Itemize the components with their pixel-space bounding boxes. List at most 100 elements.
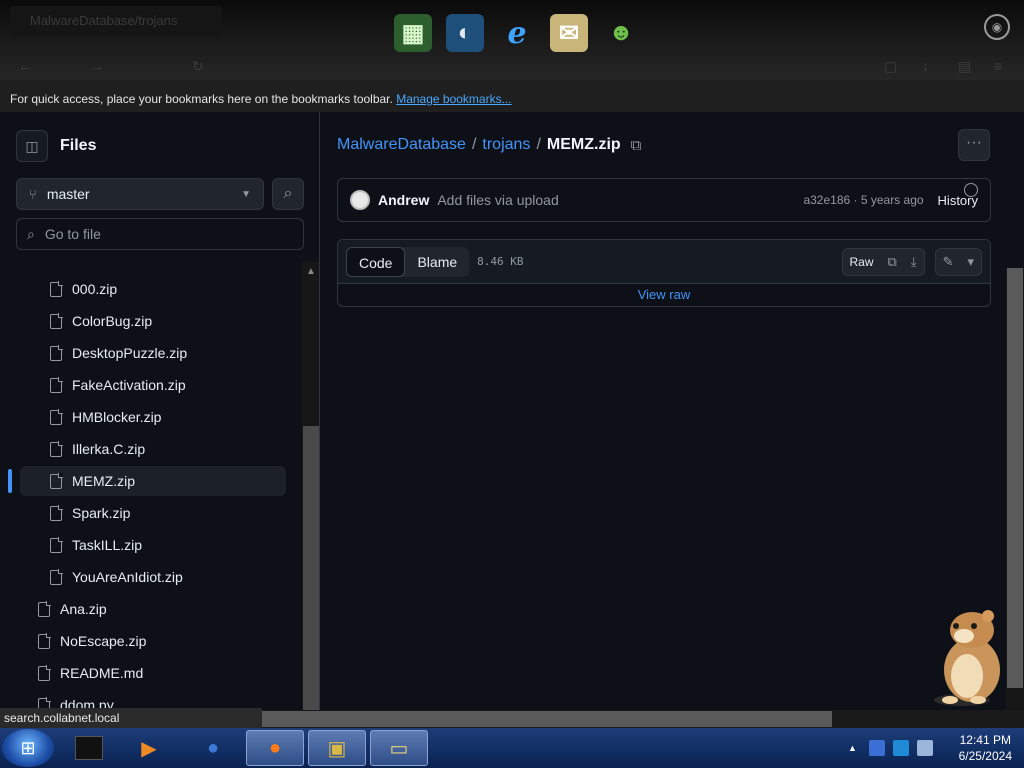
copy-icon[interactable]: ⧉ xyxy=(881,254,904,270)
quick-launch-bar: ▦ ◐ e ✉ ☻ xyxy=(394,14,640,52)
hamster-desktop-pet[interactable] xyxy=(922,604,1018,708)
firefox-icon: ● xyxy=(268,736,282,759)
tree-item[interactable]: MEMZ.zip xyxy=(20,466,286,496)
search-files-button[interactable]: ⌕ xyxy=(272,178,304,210)
clock-time: 12:41 PM xyxy=(959,733,1011,747)
file-icon xyxy=(38,633,51,649)
bookmarks-hint: For quick access, place your bookmarks h… xyxy=(10,92,393,106)
chevron-down-icon: ▼ xyxy=(241,188,251,200)
history-button[interactable]: History xyxy=(938,183,978,208)
breadcrumb-current-file: MEMZ.zip xyxy=(546,136,621,153)
tree-item[interactable]: README.md xyxy=(34,658,274,688)
chevron-down-icon[interactable]: ▾ xyxy=(960,254,981,270)
account-icon[interactable]: ◉ xyxy=(984,14,1010,40)
commit-message[interactable]: Add files via upload xyxy=(437,192,558,208)
view-mode-toggle: Code Blame xyxy=(346,246,470,277)
volume-icon[interactable] xyxy=(916,740,933,756)
file-tree-sidebar: ◫ Files ⑂ master ▼ ⌕ ⌕ Go to file 000.zi… xyxy=(0,112,320,712)
branch-selector[interactable]: ⑂ master ▼ xyxy=(16,178,264,210)
view-raw-link[interactable]: View raw xyxy=(338,284,990,306)
file-icon xyxy=(50,441,63,457)
branch-name: master xyxy=(46,186,90,202)
globe-icon: ● xyxy=(206,736,220,759)
file-tree: 000.zip ColorBug.zip DesktopPuzzle.zip Fake… xyxy=(0,262,300,712)
breadcrumb-folder-link[interactable]: trojans xyxy=(482,136,530,154)
taskbar-item-globe[interactable]: ● xyxy=(184,730,242,766)
tree-item-label: MEMZ.zip xyxy=(72,473,135,489)
taskbar-item-firefox[interactable]: ● xyxy=(246,730,304,766)
breadcrumb-repo-link[interactable]: MalwareDatabase xyxy=(337,136,466,154)
tree-item[interactable]: Illerka.C.zip xyxy=(46,434,286,464)
tree-item[interactable]: Spark.zip xyxy=(46,498,286,528)
status-url: search.collabnet.local xyxy=(0,708,262,728)
commit-author[interactable]: Andrew xyxy=(378,192,429,208)
sidebar-header: ◫ Files xyxy=(16,130,96,162)
tree-scrollbar[interactable]: ▲ xyxy=(302,262,319,712)
media-icon[interactable]: ◐ xyxy=(446,14,484,52)
show-hidden-icons[interactable]: ▲ xyxy=(848,743,857,753)
raw-actions-group: Raw ⧉ ⤓ xyxy=(841,247,925,276)
spreadsheet-icon[interactable]: ▦ xyxy=(394,14,432,52)
taskbar-item-explorer[interactable]: ▭ xyxy=(370,730,428,766)
tree-item[interactable]: YouAreAnIdiot.zip xyxy=(46,562,286,592)
avatar[interactable] xyxy=(350,190,370,210)
horizontal-scrollbar[interactable] xyxy=(262,710,1024,728)
display-icon[interactable] xyxy=(892,740,909,756)
taskbar-clock[interactable]: 12:41 PM 6/25/2024 xyxy=(959,732,1012,764)
edit-pencil-icon[interactable]: ✎ xyxy=(936,254,961,270)
raw-button[interactable]: Raw xyxy=(843,255,881,269)
tree-item[interactable]: ColorBug.zip xyxy=(46,306,286,336)
menu-icon[interactable]: ≡ xyxy=(994,58,1002,74)
file-icon xyxy=(50,409,63,425)
tab-code[interactable]: Code xyxy=(346,246,406,277)
mail-icon[interactable]: ✉ xyxy=(550,14,588,52)
reload-icon[interactable]: ↻ xyxy=(192,58,204,75)
taskbar-item-terminal[interactable] xyxy=(60,730,118,766)
browser-top-bar: MalwareDatabase/trojans ▦ ◐ e ✉ ☻ ◉ ← → … xyxy=(0,0,1024,80)
scroll-up-icon[interactable]: ▲ xyxy=(306,266,316,277)
pocket-icon[interactable]: ▢ xyxy=(884,58,897,75)
back-icon[interactable]: ← xyxy=(18,58,32,74)
history-icon xyxy=(964,183,978,197)
browser-tab[interactable]: MalwareDatabase/trojans xyxy=(10,6,222,36)
windows-logo-icon: ⊞ xyxy=(20,737,36,758)
copy-path-icon[interactable]: ⧉ xyxy=(631,137,642,154)
download-icon[interactable]: ⤓ xyxy=(904,254,924,270)
internet-explorer-icon[interactable]: e xyxy=(498,14,536,52)
tree-item-label: HMBlocker.zip xyxy=(72,409,162,425)
taskbar-item-media-player[interactable]: ▶ xyxy=(120,730,178,766)
breadcrumb-separator: / xyxy=(536,136,541,153)
latest-commit-bar: Andrew Add files via upload a32e186 · 5 … xyxy=(337,178,991,222)
search-icon: ⌕ xyxy=(27,225,35,242)
game-box-icon: ▣ xyxy=(327,737,347,760)
collapse-sidebar-button[interactable]: ◫ xyxy=(16,130,48,162)
tree-item-label: TaskILL.zip xyxy=(72,537,143,553)
tree-item-label: Illerka.C.zip xyxy=(72,441,146,457)
tree-item-label: 000.zip xyxy=(72,281,118,297)
clock-date: 6/25/2024 xyxy=(958,749,1012,763)
forward-icon[interactable]: → xyxy=(90,58,104,74)
download-icon[interactable]: ↓ xyxy=(922,58,929,74)
network-icon[interactable] xyxy=(868,740,885,756)
tree-item[interactable]: FakeActivation.zip xyxy=(46,370,286,400)
extensions-icon[interactable]: ▤ xyxy=(958,58,971,75)
messenger-icon[interactable]: ☻ xyxy=(602,14,640,52)
tree-item[interactable]: TaskILL.zip xyxy=(46,530,286,560)
more-options-button[interactable]: ··· xyxy=(958,129,990,161)
tree-item[interactable]: DesktopPuzzle.zip xyxy=(46,338,286,368)
commit-meta[interactable]: a32e186 · 5 years ago xyxy=(803,193,923,207)
file-icon xyxy=(38,601,51,617)
go-to-file-input[interactable]: ⌕ Go to file xyxy=(16,218,304,250)
start-button[interactable]: ⊞ xyxy=(2,729,54,767)
file-icon xyxy=(50,537,63,553)
tree-item-label: ColorBug.zip xyxy=(72,313,153,329)
tree-scroll-thumb[interactable] xyxy=(303,426,319,712)
tree-item[interactable]: 000.zip xyxy=(46,274,286,304)
manage-bookmarks-link[interactable]: Manage bookmarks... xyxy=(396,92,511,106)
tree-item[interactable]: HMBlocker.zip xyxy=(46,402,286,432)
tab-blame[interactable]: Blame xyxy=(405,247,469,277)
tree-item[interactable]: NoEscape.zip xyxy=(34,626,274,656)
tree-item[interactable]: Ana.zip xyxy=(34,594,274,624)
taskbar-item-bonzi[interactable]: ▣ xyxy=(308,730,366,766)
horizontal-scroll-thumb[interactable] xyxy=(262,711,832,727)
